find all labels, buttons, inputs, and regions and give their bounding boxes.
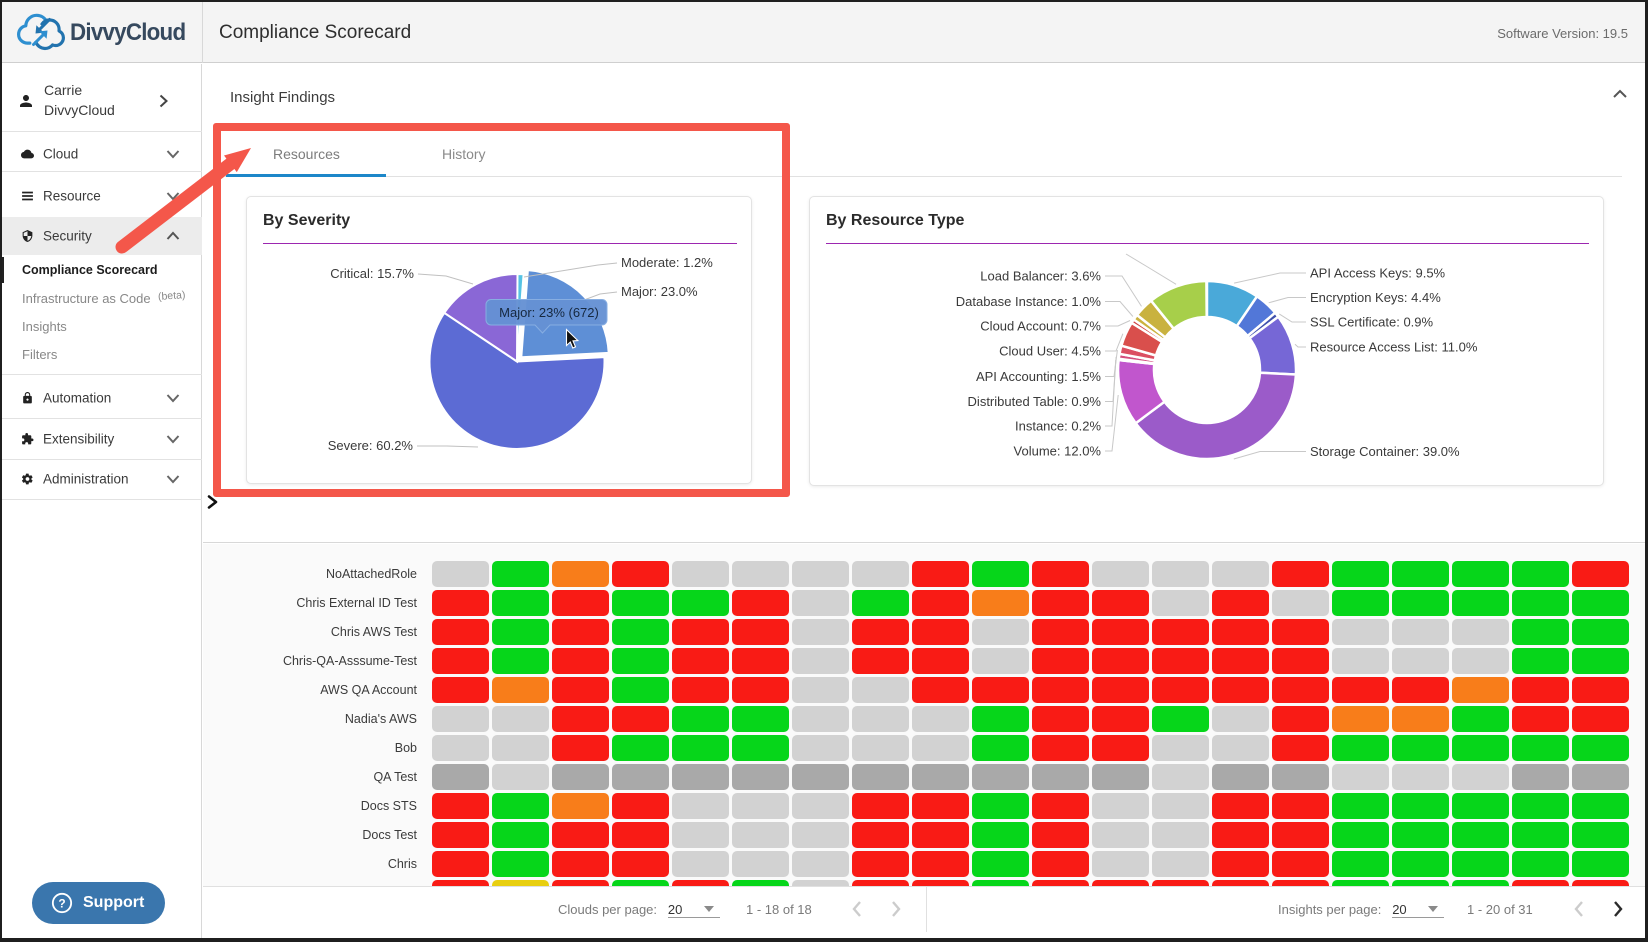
svg-text:Database Instance: 1.0%: Database Instance: 1.0% — [956, 294, 1102, 309]
svg-text:Volume: 12.0%: Volume: 12.0% — [1014, 444, 1102, 459]
svg-text:Encryption Keys: 4.4%: Encryption Keys: 4.4% — [1310, 290, 1441, 305]
svg-text:?: ? — [58, 897, 65, 911]
svg-text:Cloud User: 4.5%: Cloud User: 4.5% — [999, 344, 1101, 359]
svg-text:Distributed Table: 0.9%: Distributed Table: 0.9% — [968, 394, 1102, 409]
svg-text:Cloud Account: 0.7%: Cloud Account: 0.7% — [980, 319, 1101, 334]
svg-text:Resource Access List: 11.0%: Resource Access List: 11.0% — [1310, 340, 1478, 355]
svg-text:SSL Certificate: 0.9%: SSL Certificate: 0.9% — [1310, 315, 1434, 330]
svg-text:Storage Container: 39.0%: Storage Container: 39.0% — [1310, 444, 1460, 459]
svg-text:Load Balancer: 3.6%: Load Balancer: 3.6% — [980, 269, 1101, 284]
svg-text:Instance: 0.2%: Instance: 0.2% — [1015, 419, 1101, 434]
svg-text:API Access Keys: 9.5%: API Access Keys: 9.5% — [1310, 266, 1446, 281]
svg-text:API Accounting: 1.5%: API Accounting: 1.5% — [976, 369, 1101, 384]
